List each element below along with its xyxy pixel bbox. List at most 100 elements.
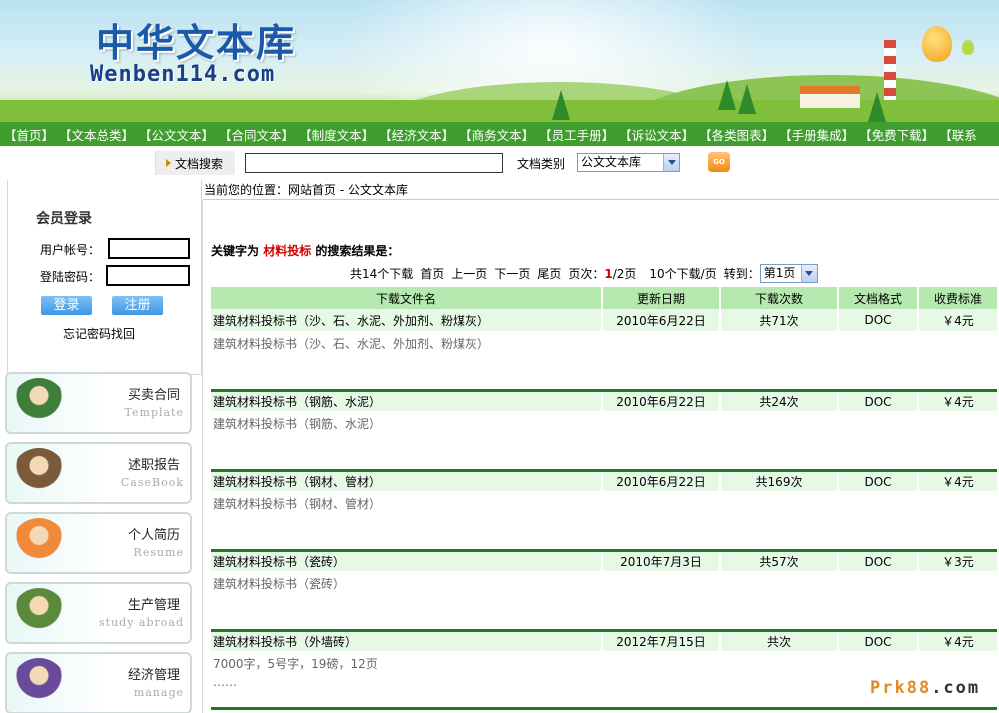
column-divider — [202, 200, 203, 713]
results-list: 建筑材料投标书（沙、石、水泥、外加剂、粉煤灰） 2010年6月22日 共71次 DOC… — [211, 309, 997, 709]
prev-page-link[interactable]: 上一页 — [451, 265, 487, 282]
category-illustration-icon — [11, 588, 67, 638]
nav-item[interactable]: 【合同文本】 — [215, 125, 295, 144]
table-row: 建筑材料投标书（瓷砖） 2010年7月3日 共57次 DOC ￥3元 — [211, 549, 997, 571]
site-logo-english[interactable]: Wenben114.com — [90, 62, 275, 87]
search-label: 文档搜索 — [175, 156, 224, 171]
file-name-link[interactable]: 建筑材料投标书（外墙砖） — [211, 632, 603, 651]
table-row: 建筑材料投标书（钢材、管材） 2010年6月22日 共169次 DOC ￥4元 — [211, 469, 997, 491]
search-label-box: 文档搜索 — [155, 151, 235, 175]
price: ￥4元 — [942, 475, 974, 489]
doc-type-selected: 公文文本库 — [581, 155, 642, 169]
first-page-link[interactable]: 首页 — [420, 265, 444, 282]
breadcrumb: 当前您的位置：网站首页 - 公文文本库 — [204, 183, 408, 197]
doc-format: DOC — [839, 309, 919, 331]
file-name-link[interactable]: 建筑材料投标书（沙、石、水泥、外加剂、粉煤灰） — [211, 309, 603, 331]
site-logo-chinese[interactable]: 中华文本库 — [96, 12, 296, 67]
last-page-link[interactable]: 尾页 — [537, 265, 561, 282]
table-row: 建筑材料投标书（钢筋、水泥） 2010年6月22日 共24次 DOC ￥4元 — [211, 389, 997, 411]
file-name-link[interactable]: 建筑材料投标书（钢材、管材） — [211, 472, 603, 491]
nav-item[interactable]: 【公文文本】 — [135, 125, 215, 144]
column-header: 收费标准 — [933, 291, 982, 306]
results-table: 下载文件名 更新日期 下载次数 文档格式 收费标准 建筑材料投标书（沙、石、水泥、外加剂… — [211, 287, 997, 709]
file-name-link[interactable]: 建筑材料投标书（钢筋、水泥） — [211, 392, 603, 411]
forgot-password-link[interactable]: 忘记密码找回 — [63, 325, 135, 342]
update-date: 2010年6月22日 — [603, 392, 721, 411]
nav-item[interactable]: 【商务文本】 — [455, 125, 535, 144]
category-title: 经济管理 — [127, 668, 180, 683]
member-login-panel: 会员登录 用户帐号： 登陆密码： 登录 注册 忘记密码找回 — [7, 180, 202, 375]
tree-icon — [738, 84, 756, 114]
next-page-link[interactable]: 下一页 — [494, 265, 530, 282]
category-subtitle: Template — [124, 406, 184, 419]
download-count: 共71次 — [721, 309, 839, 331]
nav-item[interactable]: 【经济文本】 — [375, 125, 455, 144]
dropdown-arrow-icon[interactable] — [663, 154, 679, 171]
per-page-text: 10个下载/页 — [649, 267, 717, 281]
main-nav-bar: 【首页】 【文本总类】 【公文文本】 【合同文本】 【制度文本】 【经济文本】 【商务文本】… — [0, 122, 999, 146]
column-header: 下载文件名 — [211, 287, 603, 309]
description-line: 建筑材料投标书（钢材、管材） — [213, 497, 382, 511]
result-item: 建筑材料投标书（沙、石、水泥、外加剂、粉煤灰） 2010年6月22日 共71次 DOC… — [211, 309, 997, 389]
description-line: 7000字，5号字，19磅，12页 — [213, 657, 378, 671]
nav-item[interactable]: 【员工手册】 — [535, 125, 615, 144]
price: ￥4元 — [942, 395, 974, 409]
nav-item[interactable]: 【各类图表】 — [695, 125, 775, 144]
search-result-heading: 关键字为 材料投标 的搜索结果是： — [211, 242, 399, 259]
nav-item[interactable]: 【首页】 — [0, 125, 55, 144]
dropdown-arrow-icon[interactable] — [800, 265, 817, 282]
login-title: 会员登录 — [36, 211, 92, 227]
password-input[interactable] — [106, 265, 190, 286]
goto-page-select[interactable]: 第1页 — [759, 264, 818, 283]
file-name-link[interactable]: 建筑材料投标书（瓷砖） — [211, 552, 603, 571]
account-input[interactable] — [108, 238, 190, 259]
nav-item[interactable]: 【联系 — [935, 125, 978, 144]
category-subtitle: Resume — [133, 546, 184, 559]
category-card[interactable]: 生产管理 study abroad — [5, 582, 192, 644]
download-count: 共次 — [721, 632, 839, 651]
keyword-suffix: 的搜索结果是： — [315, 244, 400, 258]
doc-format: DOC — [839, 392, 919, 411]
nav-item[interactable]: 【文本总类】 — [55, 125, 135, 144]
category-card[interactable]: 述职报告 CaseBook — [5, 442, 192, 504]
category-card[interactable]: 个人简历 Resume — [5, 512, 192, 574]
result-item: 建筑材料投标书（瓷砖） 2010年7月3日 共57次 DOC ￥3元 建筑材料投标书（瓷砖… — [211, 549, 997, 629]
nav-item[interactable]: 【手册集成】 — [775, 125, 855, 144]
hot-air-balloon-icon — [922, 26, 952, 62]
doc-format: DOC — [839, 472, 919, 491]
category-card[interactable]: 经济管理 manage — [5, 652, 192, 713]
category-illustration-icon — [11, 448, 67, 498]
tree-icon — [718, 80, 736, 110]
price: ￥3元 — [942, 555, 974, 569]
doc-type-select[interactable]: 公文文本库 — [577, 153, 680, 172]
update-date: 2010年7月3日 — [603, 552, 721, 571]
goto-label: 转到： — [723, 267, 760, 281]
page-label: 页次： — [568, 267, 605, 281]
hot-air-balloon-icon — [962, 40, 974, 55]
account-label: 用户帐号： — [40, 243, 101, 257]
category-title: 述职报告 — [127, 458, 180, 473]
nav-item[interactable]: 【诉讼文本】 — [615, 125, 695, 144]
site-banner: 中华文本库 Wenben114.com — [0, 0, 999, 122]
nav-item[interactable]: 【免费下载】 — [855, 125, 935, 144]
register-button[interactable]: 注册 — [112, 296, 163, 315]
go-button[interactable]: GO — [708, 152, 730, 172]
result-description: 建筑材料投标书（瓷砖） — [211, 571, 997, 593]
search-input[interactable] — [245, 153, 503, 173]
category-illustration-icon — [11, 518, 67, 568]
description-line: 建筑材料投标书（沙、石、水泥、外加剂、粉煤灰） — [213, 337, 490, 351]
result-description: 建筑材料投标书（钢筋、水泥） — [211, 411, 997, 433]
doc-format: DOC — [839, 552, 919, 571]
password-label: 登陆密码： — [40, 270, 101, 284]
nav-item[interactable]: 【制度文本】 — [295, 125, 375, 144]
description-line: 建筑材料投标书（钢筋、水泥） — [213, 417, 382, 431]
divider — [211, 707, 997, 710]
category-card[interactable]: 买卖合同 Template — [5, 372, 192, 434]
result-description: 建筑材料投标书（钢材、管材） — [211, 491, 997, 513]
doc-type-label: 文档类别 — [517, 157, 566, 171]
category-illustration-icon — [11, 658, 67, 708]
login-button[interactable]: 登录 — [41, 296, 92, 315]
goto-page-selected: 第1页 — [763, 266, 796, 280]
category-subtitle: study abroad — [99, 616, 184, 629]
category-title: 生产管理 — [127, 598, 180, 613]
